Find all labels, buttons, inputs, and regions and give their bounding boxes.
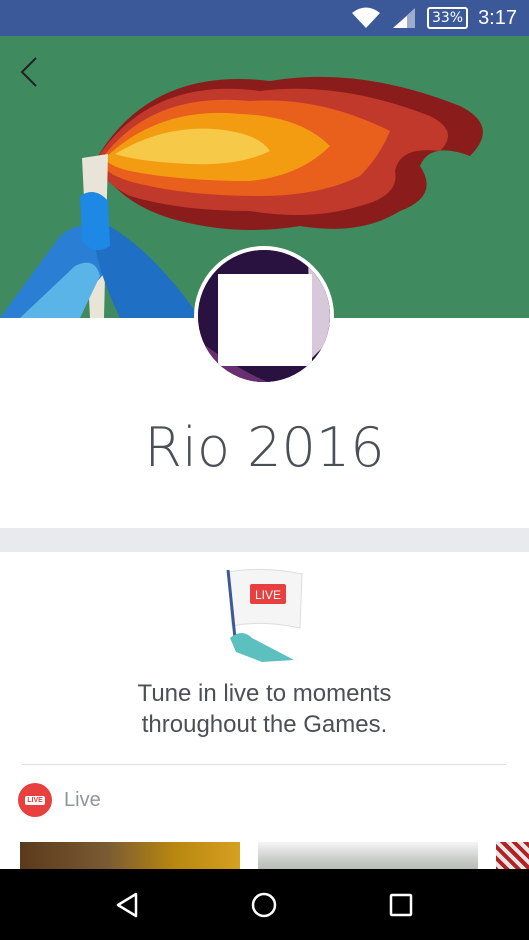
nav-back-button[interactable] bbox=[108, 885, 148, 925]
avatar-redaction bbox=[218, 274, 312, 366]
clock: 3:17 bbox=[478, 6, 517, 29]
live-section-label: Live bbox=[64, 788, 101, 811]
back-button[interactable] bbox=[10, 52, 50, 92]
cell-signal-icon bbox=[392, 8, 415, 28]
section-divider bbox=[0, 528, 529, 552]
promo-text-line2: throughout the Games. bbox=[141, 711, 388, 738]
promo-text-line1: Tune in live to moments bbox=[137, 680, 392, 707]
wifi-icon bbox=[351, 7, 380, 28]
system-nav-bar bbox=[0, 869, 529, 940]
live-video-thumbnail[interactable] bbox=[20, 842, 240, 872]
horizontal-divider bbox=[22, 764, 506, 765]
live-video-thumbnail[interactable] bbox=[258, 842, 478, 872]
live-badge-icon: LIVE bbox=[18, 783, 52, 817]
nav-home-button[interactable] bbox=[244, 885, 284, 925]
back-chevron-icon bbox=[20, 57, 37, 87]
profile-avatar[interactable] bbox=[194, 246, 334, 386]
recents-square-icon bbox=[389, 893, 413, 916]
live-badge-label: LIVE bbox=[25, 795, 45, 805]
page-title: Rio 2016 bbox=[144, 416, 385, 479]
battery-icon: 33% bbox=[426, 7, 469, 29]
status-bar: 33% 3:17 bbox=[0, 0, 529, 36]
live-video-thumbnail[interactable] bbox=[496, 842, 529, 872]
live-section-header[interactable]: LIVE Live bbox=[18, 782, 101, 818]
nav-recents-button[interactable] bbox=[381, 885, 421, 925]
flag-live-text: LIVE bbox=[255, 588, 281, 602]
back-triangle-icon bbox=[116, 892, 138, 917]
promo-text: Tune in live to moments throughout the G… bbox=[0, 678, 529, 740]
home-circle-icon bbox=[252, 892, 277, 917]
live-flag-illustration: LIVE bbox=[226, 568, 303, 662]
battery-percent: 33% bbox=[431, 10, 464, 26]
